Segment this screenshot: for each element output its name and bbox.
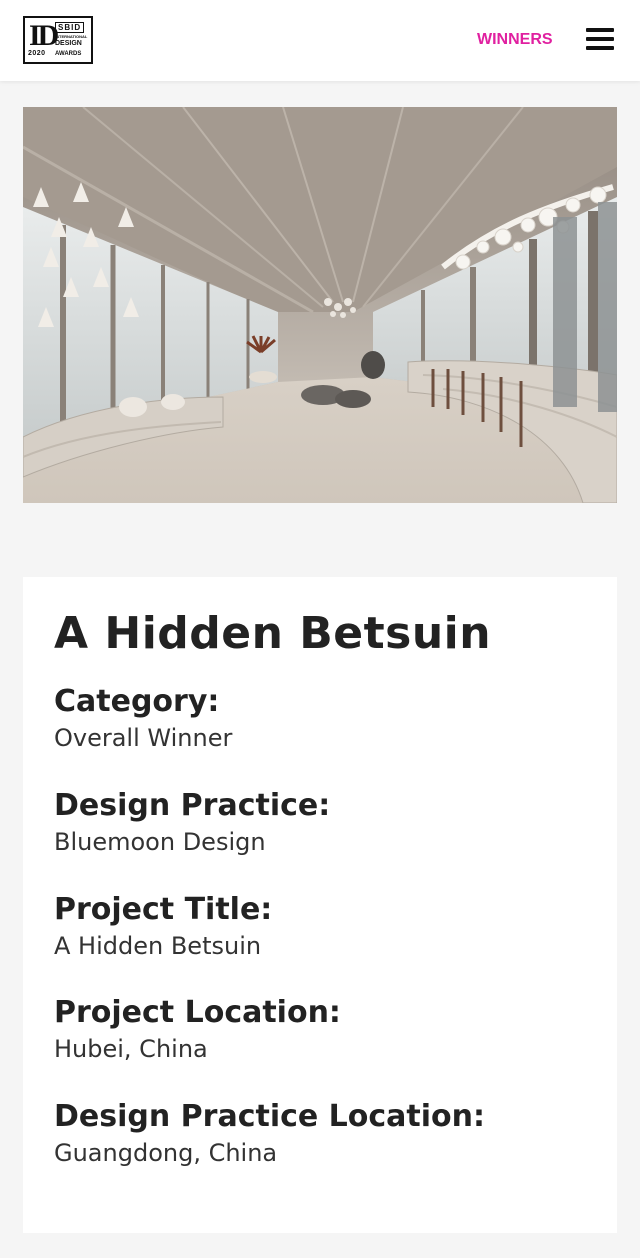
field-design-practice-location: Design Practice Location: Guangdong, Chi…: [54, 1098, 485, 1168]
logo-design-text: DESIGN: [55, 40, 82, 47]
field-value: Hubei, China: [54, 1035, 208, 1063]
logo-awards-text: AWARDS: [55, 51, 82, 57]
field-value: Guangdong, China: [54, 1139, 278, 1167]
logo-international-text: INTERNATIONAL: [55, 34, 88, 39]
logo-year-text: 2020: [28, 50, 46, 57]
field-value: Bluemoon Design: [54, 828, 266, 856]
field-category: Category: Overall Winner: [54, 683, 232, 753]
logo-mark: ID: [29, 19, 59, 52]
nav-winners-link[interactable]: WINNERS: [477, 30, 553, 50]
field-label: Project Location:: [54, 995, 341, 1030]
menu-bar: [586, 37, 614, 41]
field-label: Design Practice Location:: [54, 1099, 486, 1134]
field-design-practice: Design Practice: Bluemoon Design: [54, 787, 330, 857]
field-value: A Hidden Betsuin: [54, 932, 262, 960]
menu-bar: [586, 28, 614, 32]
site-header: ID SBID INTERNATIONAL DESIGN 2020 AWARDS…: [0, 0, 640, 81]
logo-sbid-text: SBID: [55, 22, 85, 33]
project-details-card: A Hidden Betsuin Category: Overall Winne…: [23, 577, 617, 1233]
project-title-heading: A Hidden Betsuin: [54, 608, 492, 659]
field-label: Design Practice:: [54, 788, 331, 823]
field-label: Project Title:: [54, 892, 273, 927]
project-hero-image: [23, 107, 617, 503]
menu-bar: [586, 46, 614, 50]
sbid-awards-logo[interactable]: ID SBID INTERNATIONAL DESIGN 2020 AWARDS: [23, 16, 93, 64]
field-project-location: Project Location: Hubei, China: [54, 994, 341, 1064]
hamburger-menu-icon[interactable]: [586, 26, 614, 52]
interior-photo: [23, 107, 617, 503]
field-value: Overall Winner: [54, 724, 233, 752]
field-project-title: Project Title: A Hidden Betsuin: [54, 891, 272, 961]
field-label: Category:: [54, 684, 220, 719]
